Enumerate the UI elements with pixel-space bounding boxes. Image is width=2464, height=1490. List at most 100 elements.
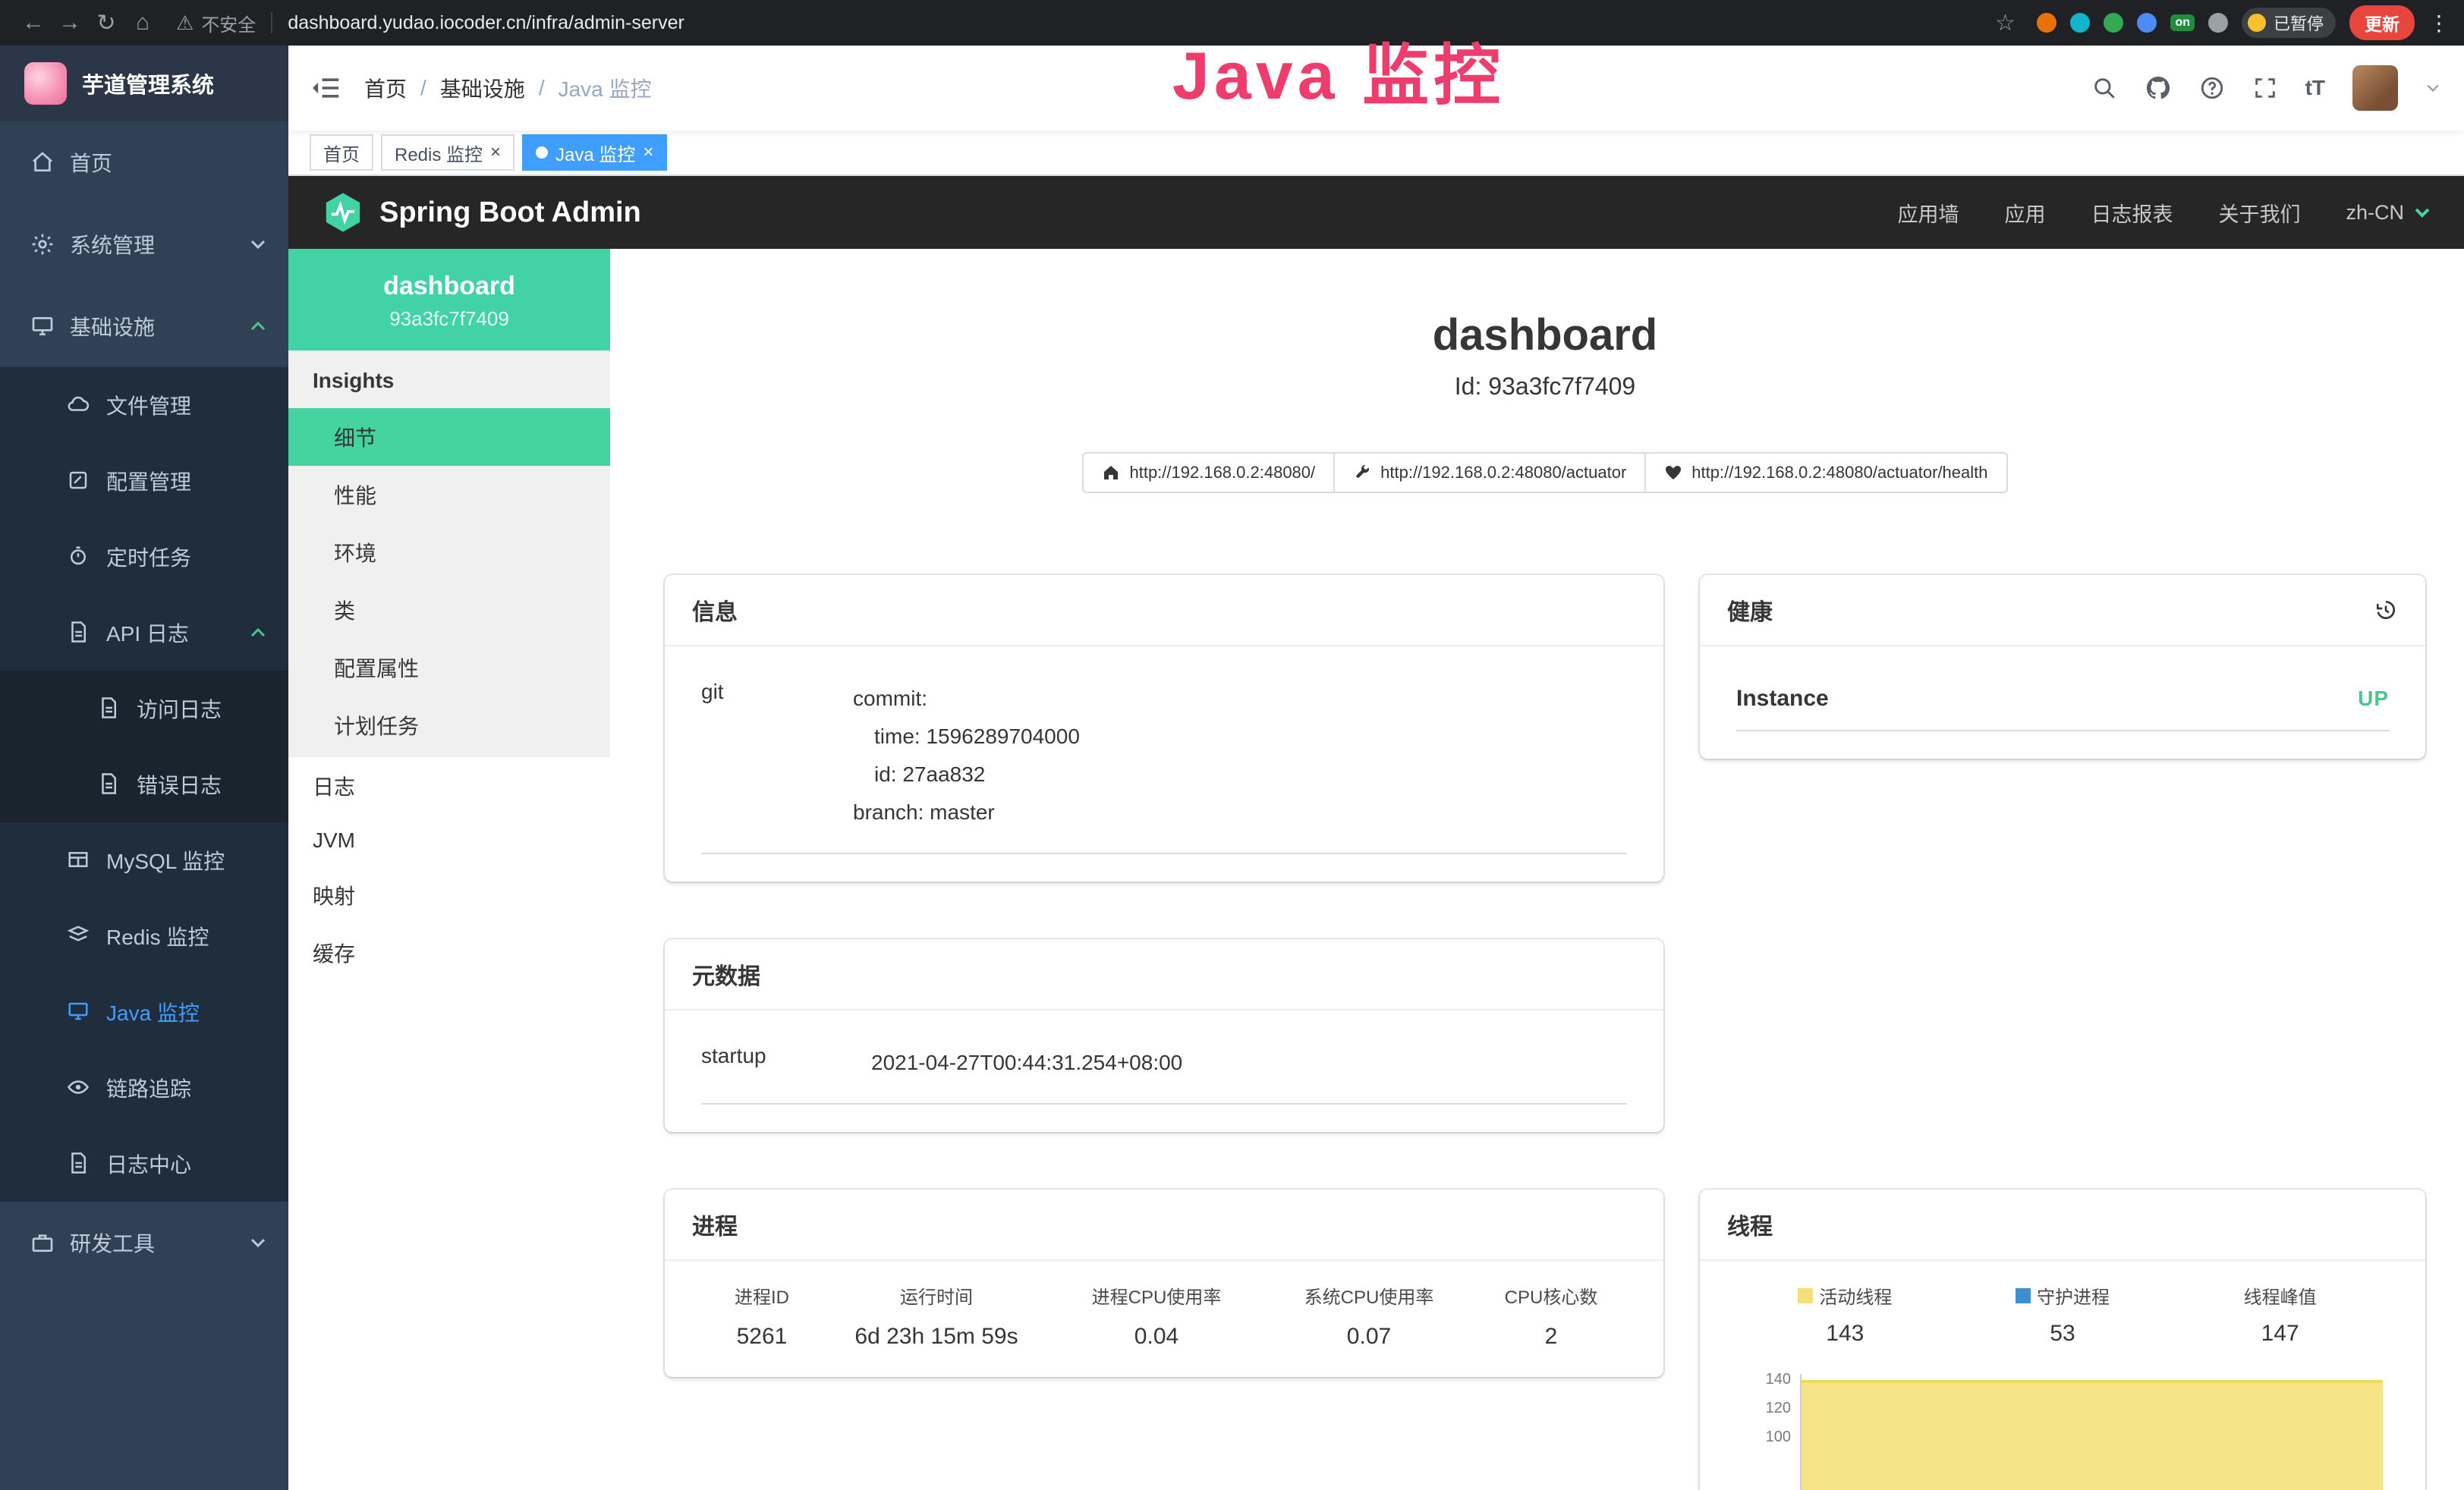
instance-id: Id: 93a3fc7f7409 bbox=[665, 372, 2425, 401]
sba-menu-mappings[interactable]: 映射 bbox=[288, 866, 610, 924]
security-label: 不安全 bbox=[201, 10, 256, 36]
sidebar-item-log-center[interactable]: 日志中心 bbox=[0, 1126, 288, 1202]
sba-nav-wallboard[interactable]: 应用墙 bbox=[1897, 198, 1959, 228]
sidebar-item-dev-tools[interactable]: 研发工具 bbox=[0, 1202, 288, 1284]
tags-view-bar: 首页 Redis 监控 × Java 监控 × bbox=[288, 130, 2464, 176]
sba-logo-icon bbox=[322, 191, 364, 234]
metadata-startup-row: startup 2021-04-27T00:44:31.254+08:00 bbox=[701, 1032, 1627, 1105]
extension-icon[interactable] bbox=[2137, 13, 2157, 33]
threads-chart: 140 120 100 bbox=[1736, 1371, 2389, 1490]
document-icon bbox=[97, 696, 121, 721]
recording-paused-badge[interactable]: 已暂停 bbox=[2242, 8, 2336, 38]
sba-content: dashboard Id: 93a3fc7f7409 http://192.16… bbox=[610, 249, 2464, 1490]
app-logo-image bbox=[24, 62, 67, 105]
forward-icon[interactable]: → bbox=[52, 5, 88, 41]
sidebar-item-link-trace[interactable]: 链路追踪 bbox=[0, 1050, 288, 1126]
extension-icon[interactable] bbox=[2070, 13, 2090, 33]
paused-label: 已暂停 bbox=[2274, 11, 2324, 35]
sidebar-item-api-logs[interactable]: API 日志 bbox=[0, 595, 288, 671]
active-tab-dot bbox=[536, 146, 548, 159]
github-icon[interactable] bbox=[2145, 74, 2172, 102]
chevron-down-icon bbox=[249, 1234, 267, 1252]
breadcrumb-current: Java 监控 bbox=[559, 73, 652, 103]
sba-locale-select[interactable]: zh-CN bbox=[2346, 201, 2431, 225]
sba-menu-metrics[interactable]: 性能 bbox=[288, 466, 610, 523]
chevron-down-icon bbox=[249, 235, 267, 253]
layers-icon bbox=[67, 924, 91, 948]
process-table: 进程ID 运行时间 进程CPU使用率 系统CPU使用率 CPU核心数 5261 … bbox=[701, 1282, 1627, 1350]
user-avatar[interactable] bbox=[2352, 65, 2398, 111]
monitor-icon bbox=[67, 1000, 91, 1024]
service-url-button[interactable]: http://192.168.0.2:48080/ bbox=[1082, 452, 1335, 493]
breadcrumb-infrastructure[interactable]: 基础设施 bbox=[440, 73, 525, 103]
sba-menu-config-props[interactable]: 配置属性 bbox=[288, 639, 610, 696]
extension-icon[interactable] bbox=[2208, 13, 2228, 33]
annotation-text: Java 监控 bbox=[1081, 42, 1597, 109]
back-icon[interactable]: ← bbox=[15, 5, 52, 41]
sba-instance-header[interactable]: dashboard 93a3fc7f7409 bbox=[288, 249, 610, 350]
warning-icon: ⚠ bbox=[176, 11, 194, 35]
sba-nav-journal[interactable]: 日志报表 bbox=[2091, 198, 2173, 228]
sba-menu-scheduled-tasks[interactable]: 计划任务 bbox=[288, 696, 610, 754]
sidebar-item-access-logs[interactable]: 访问日志 bbox=[0, 671, 288, 747]
legend-swatch-live bbox=[1798, 1288, 1813, 1303]
reload-icon[interactable]: ↻ bbox=[88, 5, 124, 41]
actuator-url-button[interactable]: http://192.168.0.2:48080/actuator bbox=[1335, 452, 1646, 493]
sidebar-item-redis-monitor[interactable]: Redis 监控 bbox=[0, 898, 288, 974]
fullscreen-icon[interactable] bbox=[2252, 75, 2278, 101]
tab-java-monitor[interactable]: Java 监控 × bbox=[522, 134, 667, 171]
close-icon[interactable]: × bbox=[490, 142, 501, 163]
sba-menu-environment[interactable]: 环境 bbox=[288, 523, 610, 581]
bookmark-star-icon[interactable]: ☆ bbox=[1987, 5, 2023, 41]
sba-menu-details[interactable]: 细节 bbox=[288, 408, 610, 466]
sidebar-item-config-mgmt[interactable]: 配置管理 bbox=[0, 443, 288, 519]
sidebar-item-home[interactable]: 首页 bbox=[0, 121, 288, 203]
health-url-button[interactable]: http://192.168.0.2:48080/actuator/health bbox=[1646, 452, 2007, 493]
info-card: 信息 git commit: time: 1596289704000 id: 2… bbox=[665, 575, 1663, 882]
security-indicator[interactable]: ⚠ 不安全 bbox=[176, 10, 256, 36]
sba-brand[interactable]: Spring Boot Admin bbox=[322, 191, 641, 234]
extension-icon[interactable] bbox=[2037, 13, 2056, 33]
extension-icon[interactable] bbox=[2104, 13, 2123, 33]
sba-menu-caches[interactable]: 缓存 bbox=[288, 924, 610, 982]
screen: ← → ↻ ⌂ ⚠ 不安全 dashboard.yudao.iocoder.cn… bbox=[0, 0, 2464, 1490]
sidebar-item-infrastructure[interactable]: 基础设施 bbox=[0, 285, 288, 367]
chevron-down-icon[interactable] bbox=[2425, 80, 2440, 96]
close-icon[interactable]: × bbox=[643, 142, 653, 163]
tab-redis-monitor[interactable]: Redis 监控 × bbox=[381, 134, 515, 171]
sba-sidebar: dashboard 93a3fc7f7409 Insights 细节 性能 环境… bbox=[288, 249, 610, 1490]
sba-nav-applications[interactable]: 应用 bbox=[2004, 198, 2045, 228]
sidebar-item-file-mgmt[interactable]: 文件管理 bbox=[0, 367, 288, 443]
breadcrumb: 首页 / 基础设施 / Java 监控 bbox=[364, 73, 652, 103]
document-icon bbox=[67, 621, 91, 645]
browser-update-button[interactable]: 更新 bbox=[2349, 5, 2415, 40]
sba-menu-beans[interactable]: 类 bbox=[288, 581, 610, 639]
sba-menu-jvm[interactable]: JVM bbox=[288, 815, 610, 866]
monitor-icon bbox=[30, 314, 55, 338]
help-icon[interactable] bbox=[2199, 75, 2225, 101]
sidebar-item-system-mgmt[interactable]: 系统管理 bbox=[0, 203, 288, 285]
table-icon bbox=[67, 848, 91, 872]
dashboard-icon bbox=[30, 150, 55, 174]
history-icon[interactable] bbox=[2374, 598, 2398, 622]
edit-icon bbox=[67, 469, 91, 493]
search-icon[interactable] bbox=[2091, 75, 2117, 101]
extension-on-badge[interactable]: on bbox=[2170, 14, 2195, 31]
font-size-icon[interactable]: tT bbox=[2305, 76, 2325, 100]
address-bar[interactable]: dashboard.yudao.iocoder.cn/infra/admin-s… bbox=[288, 12, 1987, 34]
sidebar-item-error-logs[interactable]: 错误日志 bbox=[0, 747, 288, 822]
sba-nav-links: 应用墙 应用 日志报表 关于我们 zh-CN bbox=[1897, 198, 2431, 228]
sidebar-toggle-icon[interactable] bbox=[288, 46, 364, 130]
sba-menu-logs[interactable]: 日志 bbox=[288, 757, 610, 815]
sidebar-item-java-monitor[interactable]: Java 监控 bbox=[0, 974, 288, 1050]
home-icon[interactable]: ⌂ bbox=[124, 5, 161, 41]
tab-home[interactable]: 首页 bbox=[310, 134, 373, 171]
sidebar-item-scheduled-tasks[interactable]: 定时任务 bbox=[0, 519, 288, 595]
browser-menu-icon[interactable]: ⋮ bbox=[2428, 11, 2450, 36]
breadcrumb-home[interactable]: 首页 bbox=[364, 73, 407, 103]
metadata-card: 元数据 startup 2021-04-27T00:44:31.254+08:0… bbox=[665, 939, 1663, 1132]
document-icon bbox=[97, 772, 121, 797]
sba-nav-about[interactable]: 关于我们 bbox=[2218, 198, 2300, 228]
live-threads-area bbox=[1802, 1380, 2383, 1490]
sidebar-item-mysql-monitor[interactable]: MySQL 监控 bbox=[0, 822, 288, 898]
